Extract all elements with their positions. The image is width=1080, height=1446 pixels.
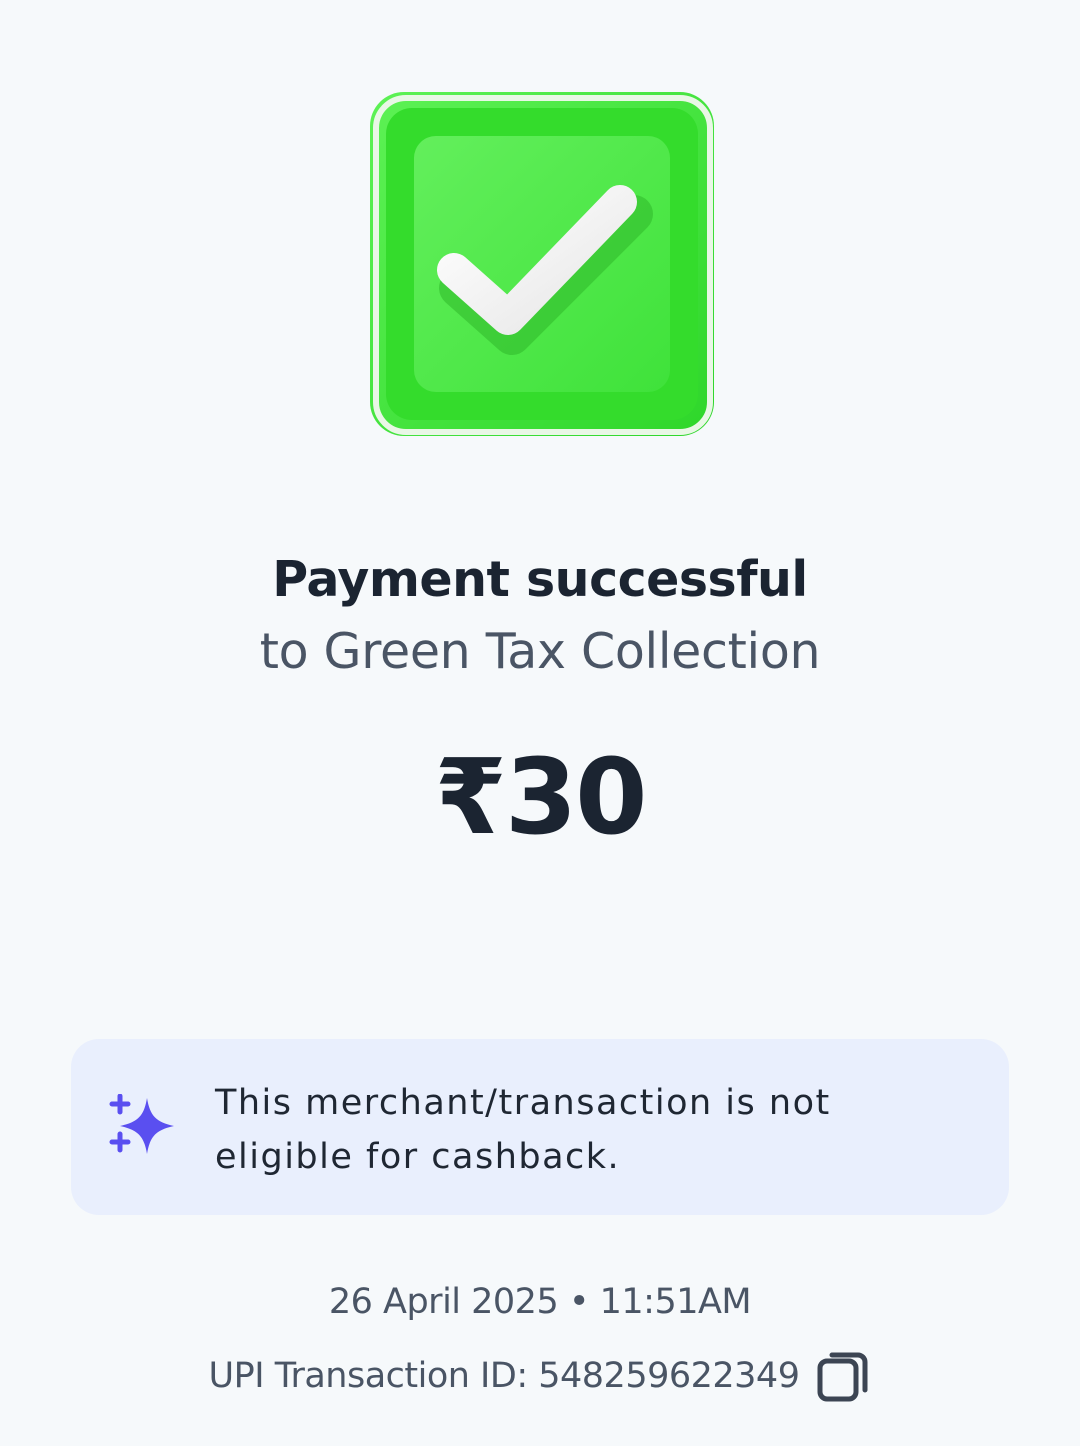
success-check-icon	[368, 90, 716, 438]
payment-amount: ₹30	[434, 736, 647, 858]
transaction-datetime: 26 April 2025 • 11:51AM	[328, 1282, 752, 1322]
copy-icon[interactable]	[815, 1348, 871, 1404]
cashback-notice-line: eligible for cashback.	[215, 1137, 621, 1177]
cashback-notice-text: This merchant/transaction is not eligibl…	[215, 1076, 975, 1184]
payment-recipient: to Green Tax Collection	[259, 623, 821, 680]
sparkle-icon	[106, 1093, 178, 1160]
payment-status-title: Payment successful	[272, 551, 808, 608]
upi-transaction-row: UPI Transaction ID: 548259622349	[0, 1348, 1080, 1404]
cashback-notice-line: This merchant/transaction is not	[215, 1083, 831, 1123]
upi-transaction-id: UPI Transaction ID: 548259622349	[208, 1356, 800, 1396]
